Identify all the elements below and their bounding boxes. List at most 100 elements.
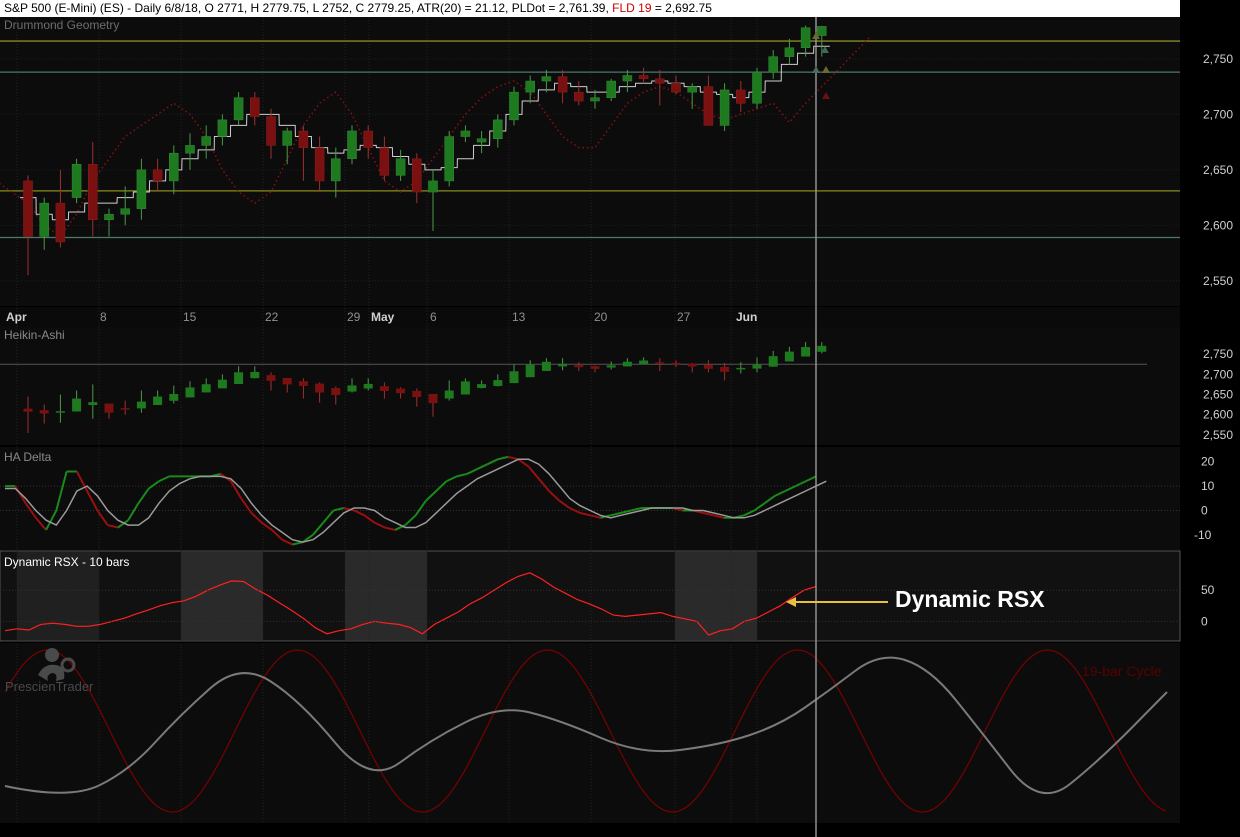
candle-body	[282, 130, 292, 146]
ha-body	[444, 390, 454, 399]
candle-body	[217, 119, 228, 137]
ha-body	[250, 372, 260, 379]
rsx-tick-label: 0	[1201, 614, 1208, 628]
thinker-icon	[38, 648, 76, 681]
price-tick-label: 2,700	[1203, 107, 1233, 121]
candle-body	[752, 71, 762, 104]
ha-body	[412, 390, 422, 398]
price-tick-label: 2,650	[1203, 163, 1233, 177]
candle-body	[509, 91, 519, 121]
ha-body	[428, 393, 438, 404]
candle-body	[460, 130, 471, 137]
rsx-shade	[181, 552, 263, 640]
ha-body	[266, 375, 276, 381]
candle-body	[622, 75, 633, 82]
ha-body	[39, 410, 49, 414]
delta-tick-label: 0	[1201, 503, 1208, 517]
candle-body	[800, 27, 811, 48]
candle-body	[525, 80, 535, 93]
ha-body	[104, 403, 114, 413]
ha-body	[703, 364, 713, 369]
candle-body	[428, 180, 438, 193]
ha-body	[72, 398, 82, 412]
ha-body	[509, 371, 519, 384]
price-tick-label: 2,600	[1203, 218, 1233, 232]
date-tick-label: 13	[512, 310, 526, 324]
ha-body	[801, 347, 811, 357]
panel-label-ha-delta: HA Delta	[4, 450, 52, 464]
ha-body	[752, 364, 762, 369]
candle-body	[39, 202, 49, 237]
ha-body	[298, 381, 308, 386]
ha-body	[363, 383, 373, 389]
ha-body	[234, 372, 244, 385]
ha-body	[88, 402, 98, 406]
candle-body	[590, 97, 600, 102]
ha-body	[720, 366, 730, 372]
rsx-tick-label: 50	[1201, 583, 1215, 597]
ha-body	[460, 381, 470, 395]
candle-body	[266, 116, 276, 146]
ha-body	[136, 401, 146, 409]
ha-body	[525, 364, 535, 378]
ha-tick-label: 2,750	[1203, 347, 1233, 361]
date-tick-label: 8	[100, 310, 107, 324]
candle-body	[233, 97, 244, 121]
date-tick-label: 20	[594, 310, 608, 324]
ha-delta-panel-bg	[0, 447, 1180, 550]
candle-body	[55, 202, 66, 243]
ha-body	[590, 366, 600, 369]
ha-body	[282, 377, 292, 385]
candle-body	[412, 158, 422, 193]
candle-body	[687, 86, 697, 93]
ha-body	[736, 367, 746, 370]
candle-body	[395, 158, 406, 176]
ha-body	[201, 384, 211, 393]
ha-body	[655, 362, 665, 364]
ha-body	[671, 362, 681, 365]
date-tick-label: 6	[430, 310, 437, 324]
date-tick-label: 15	[183, 310, 197, 324]
date-tick-label: May	[371, 310, 395, 324]
candle-body	[655, 78, 665, 84]
panel-label-cycle: 19-bar Cycle	[1082, 663, 1162, 679]
candle-body	[71, 164, 82, 198]
candle-body	[606, 80, 616, 98]
ha-body	[396, 388, 406, 394]
candle-body	[671, 83, 681, 93]
date-tick-label: 29	[347, 310, 361, 324]
ha-tick-label: 2,650	[1203, 388, 1233, 402]
candle-body	[476, 138, 487, 143]
chart-canvas: 2,550 2,600 2,650 2,700 2,750 Apr 8 15 22 29 May 6…	[0, 0, 1240, 837]
ha-body	[23, 408, 33, 412]
candle-body	[768, 56, 778, 73]
ha-body	[558, 363, 568, 367]
candle-body	[88, 164, 98, 221]
ha-body	[120, 408, 130, 410]
candle-body	[379, 147, 390, 176]
candle-body	[638, 75, 649, 80]
candle-body	[736, 89, 746, 104]
ha-body	[817, 345, 827, 352]
ha-body	[493, 380, 503, 387]
delta-tick-label: -10	[1194, 528, 1212, 542]
candle-body	[136, 169, 147, 209]
panel-label-drummond: Drummond Geometry	[4, 18, 119, 32]
panel-label-heikin-ashi: Heikin-Ashi	[4, 328, 65, 342]
date-tick-label: 27	[677, 310, 691, 324]
candle-body	[784, 47, 795, 57]
panel-label-rsx: Dynamic RSX - 10 bars	[4, 555, 129, 569]
candle-body	[557, 76, 568, 93]
ha-body	[784, 351, 794, 362]
ha-body	[574, 365, 584, 368]
ha-body	[639, 360, 649, 365]
ha-body	[379, 386, 389, 391]
candle-body	[541, 76, 552, 82]
date-tick-label: Jun	[736, 310, 757, 324]
price-tick-label: 2,550	[1203, 274, 1233, 288]
ha-body	[331, 388, 341, 396]
candle-body	[120, 208, 130, 215]
rsx-shade	[675, 552, 757, 640]
ha-tick-label: 2,550	[1203, 428, 1233, 442]
ha-body	[768, 356, 778, 367]
